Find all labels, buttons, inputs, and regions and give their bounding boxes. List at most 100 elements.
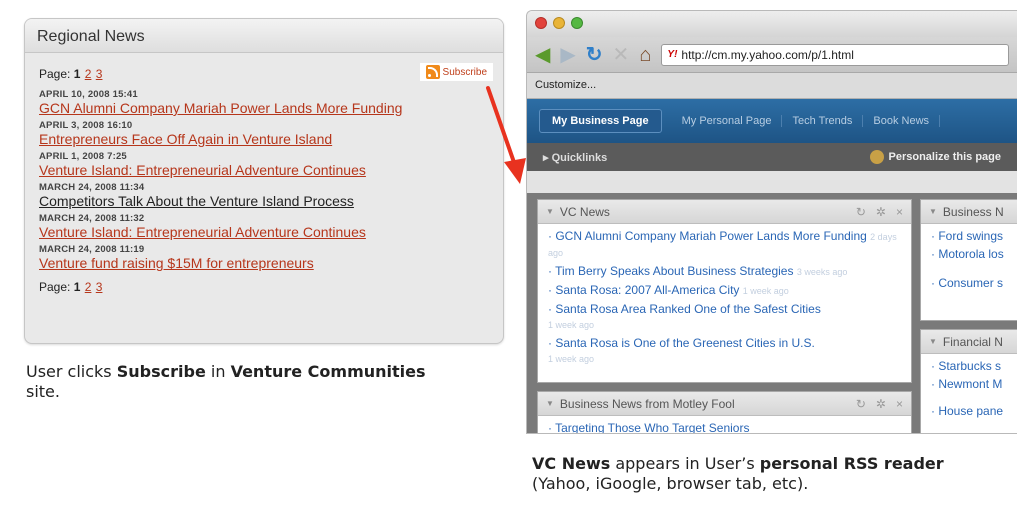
news-link[interactable]: Competitors Talk About the Venture Islan…: [39, 193, 489, 210]
module-title: Financial N: [942, 334, 1003, 349]
close-icon[interactable]: [535, 17, 547, 29]
list-item: MARCH 24, 2008 11:19 Venture fund raisin…: [39, 244, 489, 272]
collapse-icon[interactable]: ▼: [929, 337, 937, 346]
feed-link[interactable]: Santa Rosa Area Ranked One of the Safest…: [555, 302, 821, 316]
gear-icon[interactable]: ✲: [876, 205, 886, 219]
list-item[interactable]: · Motorola los: [931, 247, 1009, 262]
close-icon[interactable]: ×: [896, 205, 903, 219]
list-item[interactable]: · Tim Berry Speaks About Business Strate…: [548, 264, 901, 280]
tab-my-business-page[interactable]: My Business Page: [539, 109, 662, 133]
news-link[interactable]: Venture Island: Entrepreneurial Adventur…: [39, 162, 489, 179]
module-title: Business N: [942, 204, 1004, 219]
feed-link[interactable]: Santa Rosa is One of the Greenest Cities…: [555, 336, 814, 350]
bookmarks-bar: Customize...: [527, 73, 1017, 99]
url-text: http://cm.my.yahoo.com/p/1.html: [681, 47, 854, 62]
caption-text: appears in User’s: [610, 454, 760, 473]
feed-link[interactable]: House pane: [938, 404, 1003, 418]
collapse-icon[interactable]: ▼: [929, 207, 937, 216]
pager-bottom: Page: 1 2 3: [39, 280, 489, 294]
tab-tech-trends[interactable]: Tech Trends: [782, 115, 864, 127]
news-date: MARCH 24, 2008 11:34: [39, 182, 145, 193]
page-current: 1: [73, 280, 81, 294]
list-item[interactable]: · Santa Rosa: 2007 All-America City 1 we…: [548, 283, 901, 299]
collapse-icon[interactable]: ▼: [546, 207, 554, 216]
tab-book-news[interactable]: Book News: [863, 115, 941, 127]
list-item[interactable]: · Santa Rosa is One of the Greenest Citi…: [548, 336, 901, 367]
customize-link[interactable]: Customize...: [535, 79, 596, 91]
feed-link[interactable]: Ford swings: [938, 229, 1003, 243]
module-header: ▼ Financial N: [921, 330, 1017, 354]
subscribe-button[interactable]: Subscribe: [419, 63, 493, 81]
item-age: 3 weeks ago: [796, 267, 848, 277]
business-news-module: ▼ Business N · Ford swings · Motorola lo…: [920, 199, 1017, 321]
feed-link[interactable]: Starbucks s: [938, 359, 1001, 373]
close-icon[interactable]: ×: [896, 397, 903, 411]
regional-news-title: Regional News: [25, 19, 503, 53]
minimize-icon[interactable]: [553, 17, 565, 29]
reload-icon[interactable]: ↻: [586, 45, 603, 65]
caption-right: VC News appears in User’s personal RSS r…: [532, 454, 1002, 494]
zoom-icon[interactable]: [571, 17, 583, 29]
list-item[interactable]: · Ford swings: [931, 229, 1009, 244]
caption-text: User clicks: [26, 362, 117, 381]
caption-text: in: [205, 362, 231, 381]
news-link[interactable]: GCN Alumni Company Mariah Power Lands Mo…: [39, 100, 489, 117]
page-link-2[interactable]: 2: [85, 67, 92, 81]
list-item[interactable]: · House pane: [931, 404, 1009, 419]
module-body: · Ford swings · Motorola los · Consumer …: [921, 224, 1017, 299]
feed-link[interactable]: Tim Berry Speaks About Business Strategi…: [555, 264, 793, 278]
stop-icon[interactable]: ✕: [613, 45, 630, 65]
home-icon[interactable]: ⌂: [639, 45, 651, 65]
list-item[interactable]: · Starbucks s: [931, 359, 1009, 374]
list-item[interactable]: · Santa Rosa Area Ranked One of the Safe…: [548, 302, 901, 333]
url-bar[interactable]: Y! http://cm.my.yahoo.com/p/1.html: [661, 43, 1009, 66]
page-link-3[interactable]: 3: [96, 67, 103, 81]
browser-window: ◀ ▶ ↻ ✕ ⌂ Y! http://cm.my.yahoo.com/p/1.…: [526, 10, 1017, 434]
feed-link[interactable]: Motorola los: [938, 247, 1003, 261]
news-date: APRIL 1, 2008 7:25: [39, 151, 127, 162]
item-age: 1 week ago: [548, 320, 595, 330]
personalize-button[interactable]: Personalize this page: [869, 150, 1001, 164]
collapse-icon[interactable]: ▼: [546, 399, 554, 408]
module-header: ▼ VC News ↻ ✲ ×: [538, 200, 911, 224]
news-link[interactable]: Entrepreneurs Face Off Again in Venture …: [39, 131, 489, 148]
refresh-icon[interactable]: ↻: [856, 397, 866, 411]
caption-bold: personal RSS reader: [759, 454, 944, 473]
list-item: APRIL 10, 2008 15:41 GCN Alumni Company …: [39, 89, 489, 117]
news-link[interactable]: Venture Island: Entrepreneurial Adventur…: [39, 224, 489, 241]
page-link-2[interactable]: 2: [85, 280, 92, 294]
list-item[interactable]: · Newmont M: [931, 377, 1009, 392]
feed-link[interactable]: Santa Rosa: 2007 All-America City: [555, 283, 739, 297]
back-icon[interactable]: ◀: [535, 45, 550, 65]
quicklinks-toggle[interactable]: ▸ Quicklinks: [543, 151, 607, 164]
list-item[interactable]: · Consumer s: [931, 276, 1009, 291]
tab-my-personal-page[interactable]: My Personal Page: [672, 115, 783, 127]
news-link[interactable]: Venture fund raising $15M for entreprene…: [39, 255, 489, 272]
list-item[interactable]: · Targeting Those Who Target Seniors: [548, 421, 901, 433]
news-date: APRIL 10, 2008 15:41: [39, 89, 138, 100]
personalize-icon: [869, 150, 884, 164]
feed-link[interactable]: Newmont M: [938, 377, 1002, 391]
caption-left: User clicks Subscribe in Venture Communi…: [26, 362, 426, 402]
item-age: 1 week ago: [548, 354, 595, 364]
subscribe-label: Subscribe: [442, 66, 487, 78]
page-link-3[interactable]: 3: [96, 280, 103, 294]
feed-link[interactable]: Consumer s: [938, 276, 1003, 290]
list-item: APRIL 3, 2008 16:10 Entrepreneurs Face O…: [39, 120, 489, 148]
quicklinks-bar: ▸ Quicklinks Personalize this page: [527, 143, 1017, 171]
caption-text: site.: [26, 382, 60, 401]
refresh-icon[interactable]: ↻: [856, 205, 866, 219]
module-header: ▼ Business N: [921, 200, 1017, 224]
list-item: APRIL 1, 2008 7:25 Venture Island: Entre…: [39, 151, 489, 179]
rss-icon: [425, 65, 440, 79]
feed-link[interactable]: GCN Alumni Company Mariah Power Lands Mo…: [555, 229, 866, 243]
gear-icon[interactable]: ✲: [876, 397, 886, 411]
news-date: MARCH 24, 2008 11:32: [39, 213, 145, 224]
module-title: Business News from Motley Fool: [559, 396, 735, 411]
dashboard-content: ▼ VC News ↻ ✲ × · GCN Alumni Company Mar…: [527, 193, 1017, 433]
list-item[interactable]: · GCN Alumni Company Mariah Power Lands …: [548, 229, 901, 261]
forward-icon[interactable]: ▶: [560, 45, 575, 65]
pager-label: Page:: [39, 67, 71, 81]
feed-link[interactable]: Targeting Those Who Target Seniors: [555, 421, 749, 433]
browser-toolbar: ◀ ▶ ↻ ✕ ⌂ Y! http://cm.my.yahoo.com/p/1.…: [527, 37, 1017, 73]
